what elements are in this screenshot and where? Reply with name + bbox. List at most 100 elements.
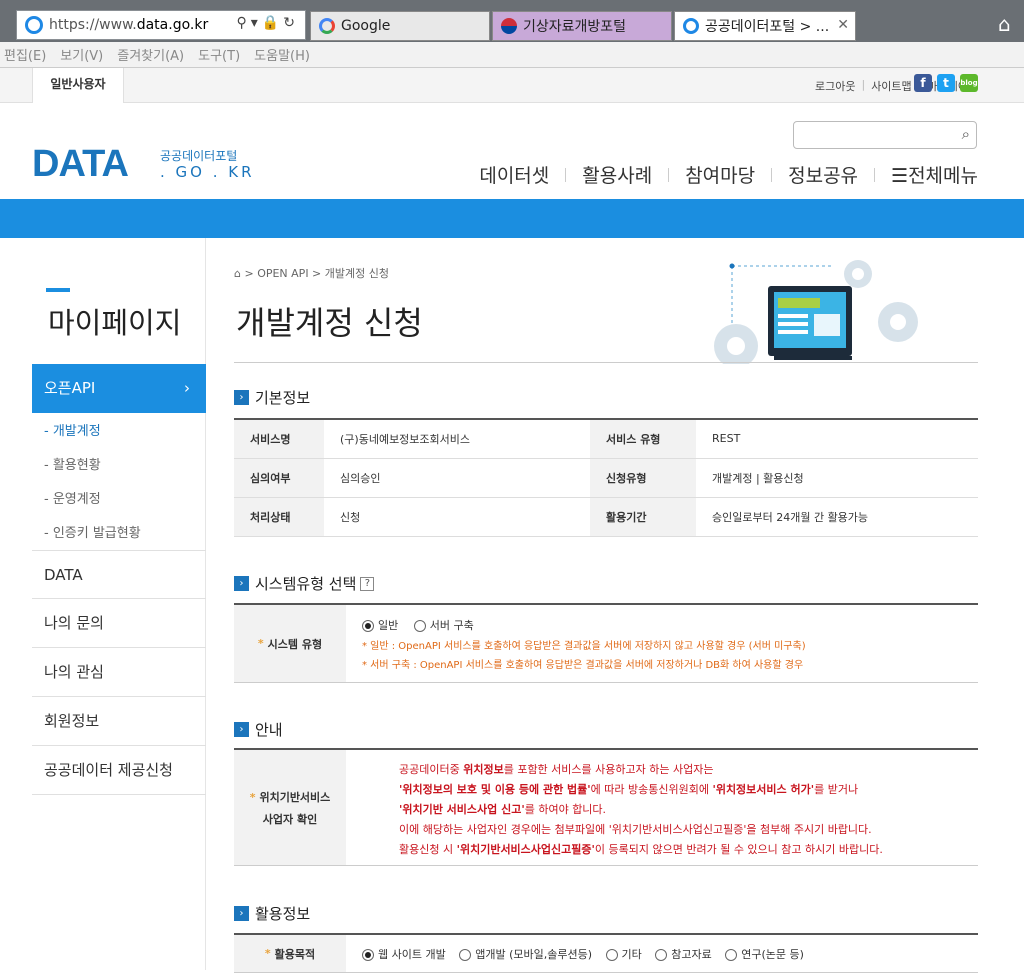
nav-info[interactable]: 정보공유 — [772, 161, 874, 188]
field-label-text: 시스템 유형 — [267, 637, 323, 651]
site-header: DATA 공공데이터포털 . GO . KR ⌕ 데이터셋 활용사례 참여마당 … — [0, 103, 1024, 199]
ie-icon — [25, 16, 43, 34]
section-usage-info: › 활용정보 — [234, 903, 310, 924]
nav-dataset[interactable]: 데이터셋 — [463, 161, 565, 188]
utility-bar: 일반사용자 로그아웃| 사이트맵| 마이페이지 — [0, 68, 1024, 103]
radio-label: 연구(논문 등) — [741, 948, 804, 961]
table-row: 심의여부 심의승인 신청유형 개발계정 | 활용신청 — [234, 458, 978, 498]
tab-google[interactable]: Google — [310, 11, 490, 41]
search-input[interactable]: ⌕ — [793, 121, 977, 149]
notice-line: 이에 해당하는 사업자인 경우에는 첨부파일에 '위치기반서비스사업신고필증'을… — [399, 823, 872, 836]
logo-domain: . GO . KR — [160, 163, 255, 181]
radio-server[interactable] — [413, 620, 426, 632]
section-system-type: › 시스템유형 선택? — [234, 573, 375, 594]
table-header-cell: 서비스명 — [234, 419, 324, 459]
table-header-cell: 서비스 유형 — [590, 419, 696, 459]
browser-toolbar: https://www. data.go.kr ⚲▾🔒↻ Google 기상자료개… — [0, 0, 1024, 42]
table-header-cell: 심의여부 — [234, 458, 324, 498]
sidebar: 마이페이지 오픈API › - 개발계정 - 활용현황 - 운영계정 - 인증키 … — [32, 238, 206, 970]
sitemap-link[interactable]: 사이트맵 — [871, 78, 911, 94]
header-banner — [0, 199, 1024, 238]
menu-tools[interactable]: 도구(T) — [198, 45, 240, 64]
radio-reference[interactable] — [655, 949, 668, 961]
kma-icon — [501, 18, 517, 34]
radio-label: 앱개발 (모바일,솔루션등) — [475, 948, 592, 961]
required-icon: * — [257, 637, 264, 650]
notice-line: '위치기반 서비스사업 신고'를 하여야 합니다. — [399, 803, 607, 816]
nav-all-menu[interactable]: ☰전체메뉴 — [875, 161, 978, 188]
sidebar-item-interest[interactable]: 나의 관심 — [32, 648, 206, 697]
chevron-box-icon: › — [234, 722, 249, 737]
notice-line: 활용신청 시 '위치기반서비스사업신고필증'이 등록되지 않으면 반려가 될 수… — [399, 843, 883, 856]
chevron-box-icon: › — [234, 906, 249, 921]
section-heading: 안내 — [255, 721, 283, 739]
sidebar-item-data[interactable]: DATA — [32, 550, 206, 599]
table-row: 처리상태 신청 활용기간 승인일로부터 24개월 간 활용가능 — [234, 497, 978, 537]
required-icon: * — [264, 947, 271, 960]
table-header-cell: 신청유형 — [590, 458, 696, 498]
menu-help[interactable]: 도움말(H) — [254, 45, 310, 64]
menu-view[interactable]: 보기(V) — [60, 45, 103, 64]
site-logo[interactable]: DATA 공공데이터포털 . GO . KR — [32, 143, 252, 186]
search-icon[interactable]: ⌕ — [962, 125, 970, 143]
breadcrumb: ⌂ > OPEN API > 개발계정 신청 — [234, 267, 389, 280]
facebook-icon[interactable]: f — [914, 74, 932, 92]
ie-icon — [683, 18, 699, 34]
radio-app[interactable] — [459, 949, 472, 961]
sidebar-item-openapi[interactable]: 오픈API › — [32, 364, 206, 413]
notice-line: '위치정보의 보호 및 이용 등에 관한 법률'에 따라 방송통신위원회에 '위… — [399, 783, 859, 796]
sidebar-sub-usage[interactable]: - 활용현황 — [44, 454, 101, 473]
illustration-computer-gears — [714, 260, 918, 364]
notice-content: 공공데이터중 위치정보를 포함한 서비스를 사용하고자 하는 사업자는 '위치정… — [399, 760, 883, 860]
field-label: * 시스템 유형 — [234, 605, 346, 682]
tab-label: 기상자료개방포털 — [523, 19, 627, 35]
tab-label: 공공데이터포털 > ... — [705, 19, 830, 35]
address-bar[interactable]: https://www. data.go.kr ⚲▾🔒↻ — [16, 10, 306, 40]
sidebar-sub-dev-account[interactable]: - 개발계정 — [44, 420, 101, 439]
url-host: data.go.kr — [136, 17, 209, 33]
radio-label: 서버 구축 — [429, 619, 474, 632]
help-icon[interactable]: ? — [360, 576, 375, 591]
close-tab-icon[interactable]: ✕ — [837, 17, 849, 33]
notice-line: 공공데이터중 위치정보를 포함한 서비스를 사용하고자 하는 사업자는 — [399, 763, 714, 776]
usage-box: * 활용목적 웹 사이트 개발 앱개발 (모바일,솔루션등) 기타 참고자료 연구… — [234, 933, 978, 973]
address-bar-icons[interactable]: ⚲▾🔒↻ — [237, 15, 299, 31]
tab-data-portal[interactable]: 공공데이터포털 > ... ✕ — [674, 11, 856, 41]
sidebar-item-label: 오픈API — [44, 379, 96, 397]
system-type-box: * 시스템 유형 일반 서버 구축 * 일반 : OpenAPI 서비스를 호출하… — [234, 603, 978, 683]
tab-kma[interactable]: 기상자료개방포털 — [492, 11, 672, 41]
required-icon: * — [249, 790, 256, 804]
sidebar-sub-keys[interactable]: - 인증키 발급현황 — [44, 522, 141, 541]
logout-link[interactable]: 로그아웃 — [815, 78, 855, 94]
blog-icon[interactable]: blog — [960, 74, 978, 92]
radio-website[interactable] — [362, 949, 374, 961]
table-cell: 심의승인 — [324, 458, 590, 498]
home-icon[interactable]: ⌂ — [998, 12, 1020, 36]
radio-research[interactable] — [725, 949, 738, 961]
radio-etc[interactable] — [605, 949, 618, 961]
notice-box: * 위치기반서비스 사업자 확인 공공데이터중 위치정보를 포함한 서비스를 사용… — [234, 748, 978, 866]
sidebar-item-member[interactable]: 회원정보 — [32, 697, 206, 746]
radio-general[interactable] — [362, 620, 374, 632]
sidebar-sub-ops-account[interactable]: - 운영계정 — [44, 488, 101, 507]
page-title: 개발계정 신청 — [236, 304, 423, 342]
twitter-icon[interactable]: t — [937, 74, 955, 92]
field-label: * 위치기반서비스 사업자 확인 — [234, 750, 346, 865]
user-type-tab[interactable]: 일반사용자 — [32, 68, 124, 103]
chevron-box-icon: › — [234, 576, 249, 591]
sidebar-item-inquiry[interactable]: 나의 문의 — [32, 599, 206, 648]
nav-cases[interactable]: 활용사례 — [566, 161, 668, 188]
nav-participate[interactable]: 참여마당 — [669, 161, 771, 188]
table-row: 서비스명 (구)동네예보정보조회서비스 서비스 유형 REST — [234, 419, 978, 459]
menu-favorites[interactable]: 즐겨찾기(A) — [117, 45, 184, 64]
divider — [234, 362, 978, 363]
sidebar-item-provide-request[interactable]: 공공데이터 제공신청 — [32, 746, 206, 795]
chevron-right-icon: › — [184, 379, 190, 397]
logo-main: DATA — [32, 143, 129, 185]
table-cell: 신청 — [324, 497, 590, 537]
menu-edit[interactable]: 편집(E) — [4, 45, 46, 64]
google-icon — [319, 18, 335, 34]
radio-label: 참고자료 — [671, 948, 712, 961]
table-cell: 개발계정 | 활용신청 — [696, 458, 978, 498]
logo-sub: 공공데이터포털 — [160, 149, 238, 163]
